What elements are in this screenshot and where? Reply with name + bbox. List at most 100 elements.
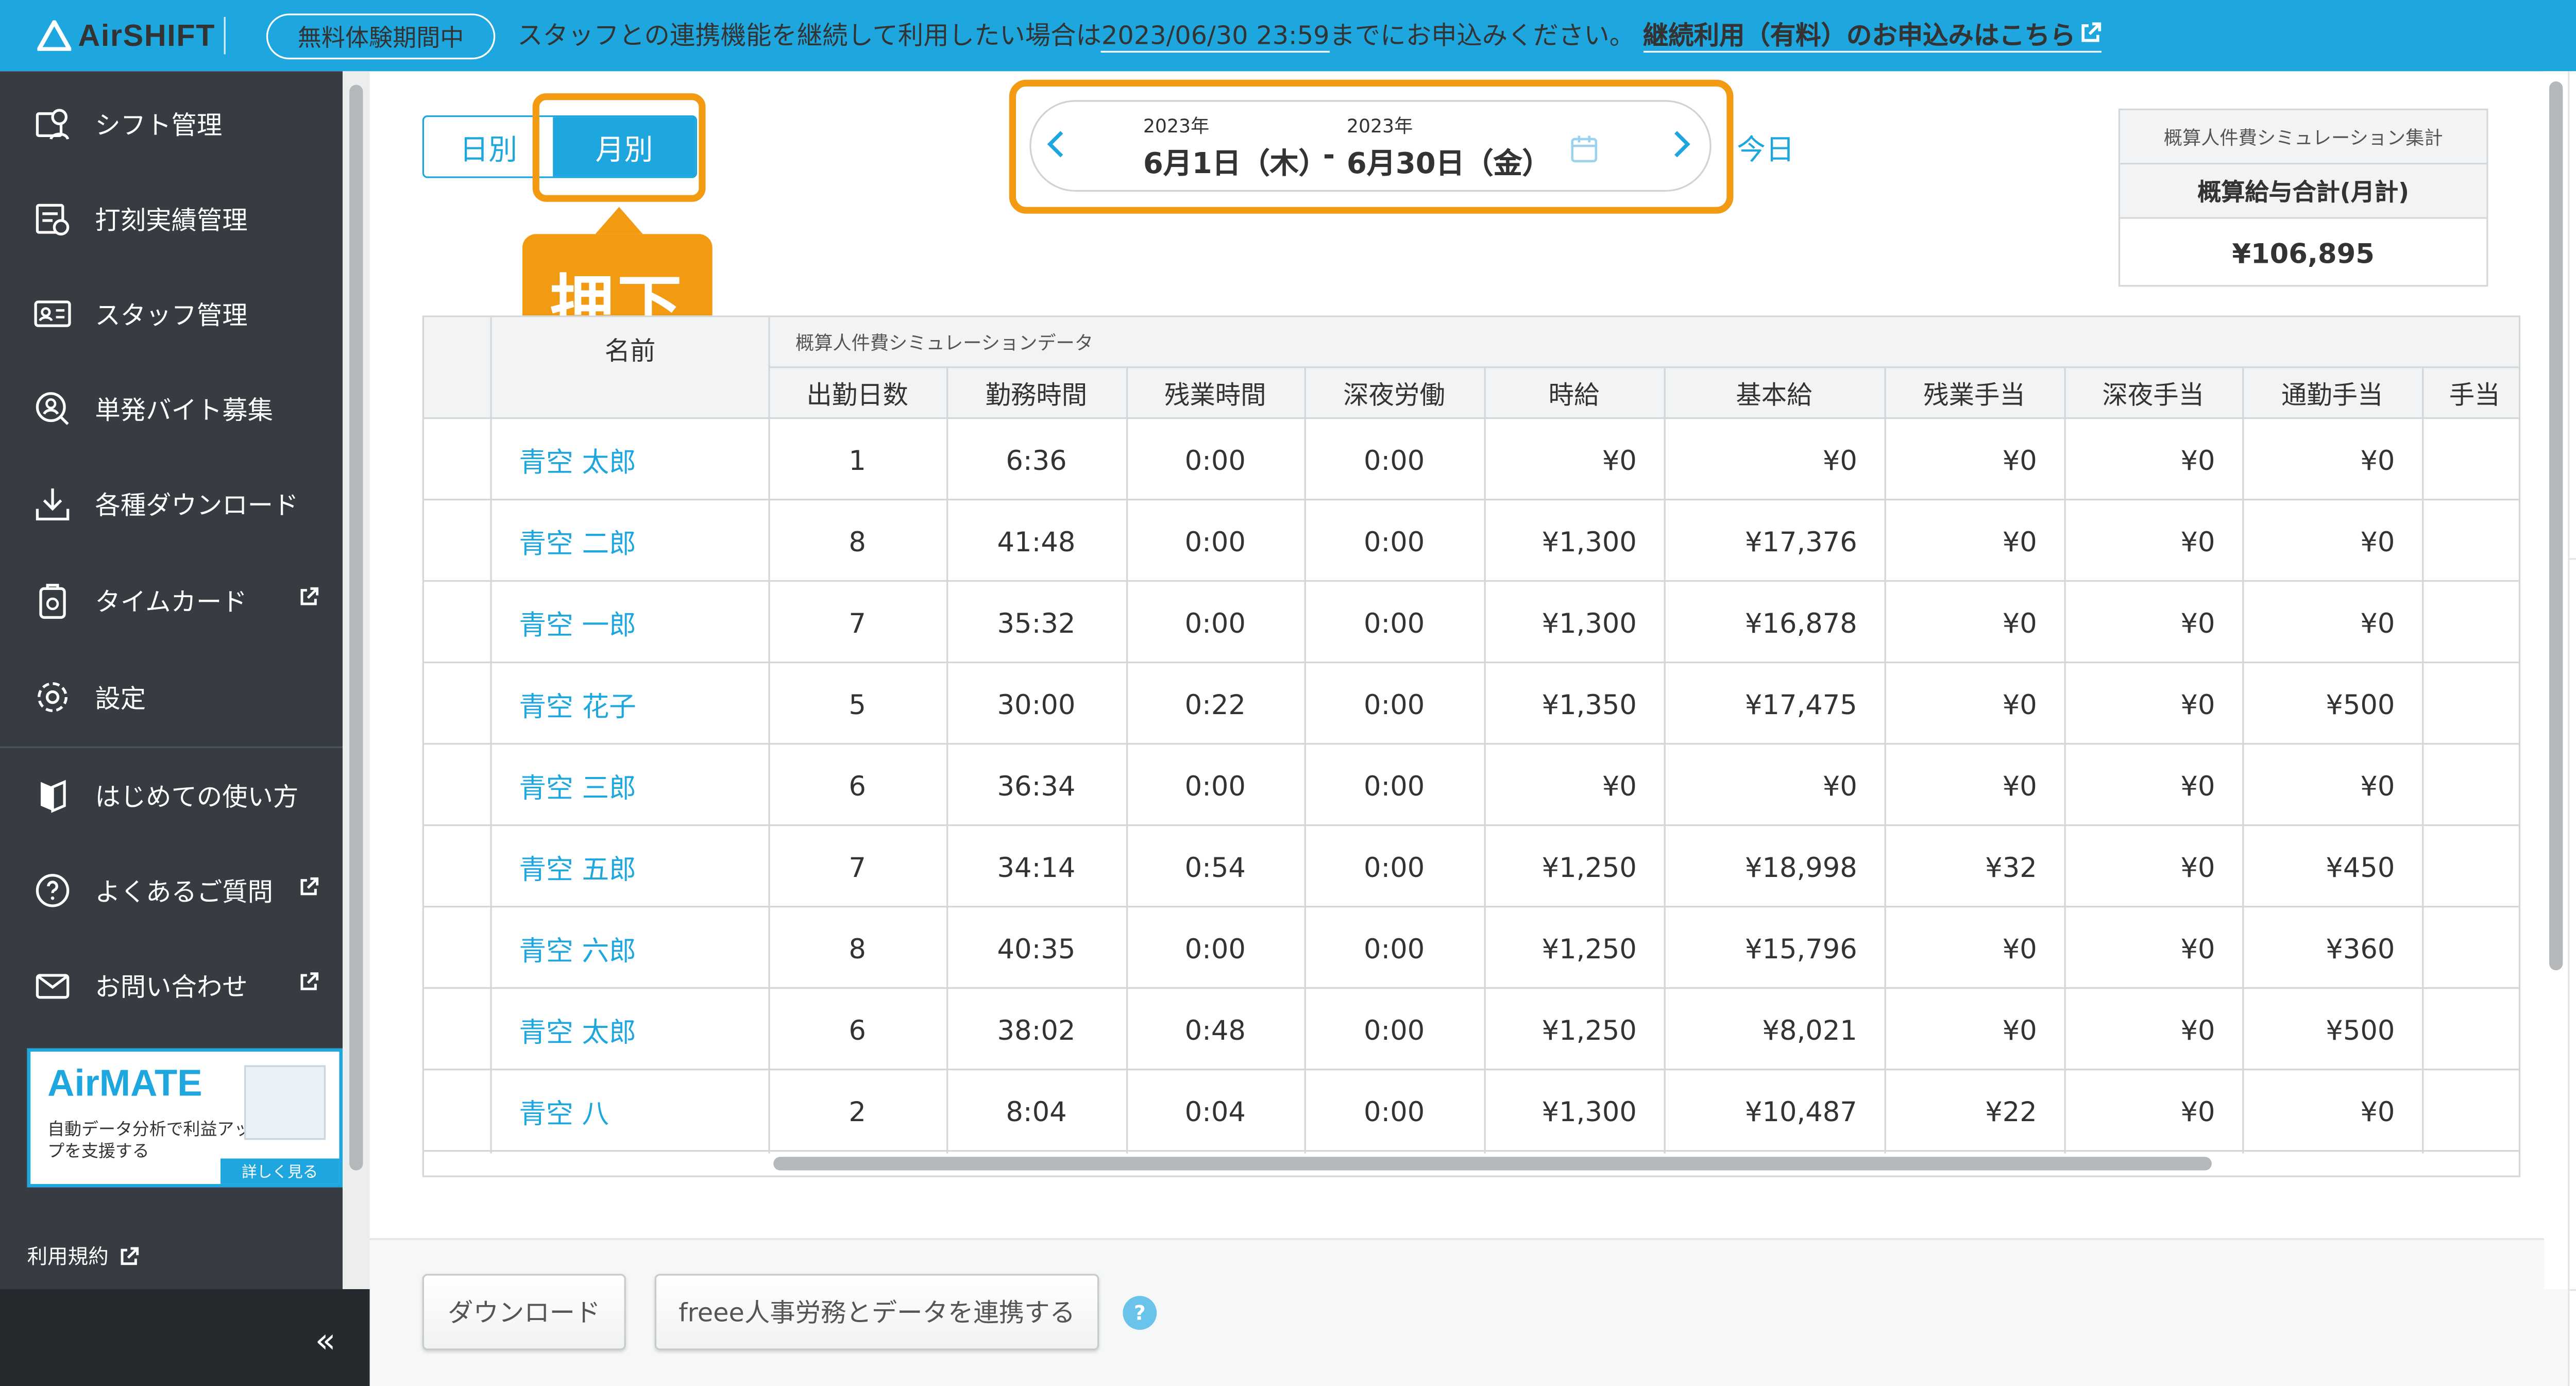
table-cell: 0:00 — [1184, 443, 1246, 476]
table-cell: 0:00 — [1184, 525, 1246, 557]
table-cell: 8 — [849, 525, 866, 557]
sidebar-item-staff[interactable]: スタッフ管理 — [0, 266, 343, 361]
table-cell: ¥1,300 — [1541, 606, 1637, 639]
sidebar-label: 単発バイト募集 — [95, 394, 274, 425]
promo-screenshot — [244, 1065, 326, 1140]
app-logo[interactable]: AirSHIFT — [37, 17, 215, 54]
promo-description: 自動データ分析で利益アップを支援する — [47, 1121, 251, 1162]
staff-name-link[interactable]: 青空 六郎 — [492, 907, 769, 989]
staff-name-link[interactable]: 青空 太郎 — [492, 989, 769, 1070]
sidebar-collapse-button[interactable]: « — [0, 1289, 370, 1386]
column-divider — [2422, 368, 2424, 1154]
notice-prefix: スタッフとの連携機能を継続して利用したい場合は — [517, 20, 1101, 51]
name-column-header: 名前 — [604, 335, 656, 367]
trial-badge: 無料体験期間中 — [266, 13, 496, 60]
table-cell: 0:00 — [1363, 850, 1425, 883]
column-header: 深夜手当 — [2102, 379, 2205, 410]
calendar-person-icon — [30, 102, 75, 146]
table-cell: ¥0 — [2180, 606, 2215, 639]
terms-link[interactable]: 利用規約 — [27, 1242, 139, 1271]
notice-deadline: 2023/06/30 23:59 — [1101, 20, 1330, 53]
toolbar-divider — [2569, 558, 2576, 560]
sidebar-item-settings[interactable]: 設定 — [0, 650, 343, 745]
staff-name-link[interactable]: 青空 五郎 — [492, 826, 769, 907]
cost-simulation-table: 名前 概算人件費シミュレーションデータ 出勤日数 勤務時間 残業時間 深夜労働 時給 基本給 残… — [422, 315, 2521, 1177]
sidebar-label: お問い合わせ — [95, 971, 248, 1002]
column-header: 時給 — [1548, 379, 1600, 410]
table-cell: ¥0 — [2180, 687, 2215, 720]
staff-name-link[interactable]: 青空 八 — [492, 1070, 769, 1152]
sidebar-scrollbar[interactable] — [343, 71, 370, 1289]
table-cell: 0:00 — [1363, 1095, 1425, 1127]
sidebar-label: 設定 — [95, 683, 146, 714]
right-panel-collapse-button[interactable]: « — [2569, 1289, 2576, 1386]
right-toolbar: 青 青 青 « — [2568, 71, 2576, 1386]
sidebar-item-downloads[interactable]: 各種ダウンロード — [0, 457, 343, 551]
group-header: 概算人件費シミュレーションデータ — [795, 332, 1093, 355]
table-cell: 8:04 — [1006, 1095, 1067, 1127]
table-cell: ¥1,250 — [1541, 1013, 1637, 1046]
freee-integration-button[interactable]: freee人事労務とデータを連携する — [654, 1274, 1099, 1350]
sidebar-label: スタッフ管理 — [95, 299, 248, 330]
search-person-icon — [30, 387, 75, 431]
external-link-icon — [300, 877, 319, 895]
airmate-promo-banner[interactable]: AirMATE 自動データ分析で利益アップを支援する 詳しく見る — [27, 1048, 343, 1188]
staff-name-link[interactable]: 青空 三郎 — [492, 745, 769, 826]
scrollbar-thumb[interactable] — [2549, 81, 2563, 971]
sidebar-label: 打刻実績管理 — [95, 204, 248, 235]
table-cell: ¥0 — [1602, 769, 1637, 802]
download-button[interactable]: ダウンロード — [422, 1274, 626, 1350]
continue-subscription-link[interactable]: 継続利用（有料）のお申込みはこちら — [1642, 20, 2101, 53]
table-cell: 2 — [849, 1095, 866, 1127]
table-cell: 0:00 — [1184, 606, 1246, 639]
mail-icon — [30, 964, 75, 1008]
column-header: 通勤手当 — [2281, 379, 2383, 410]
staff-name-link[interactable]: 青空 花子 — [492, 663, 769, 745]
sidebar-item-one-off-jobs[interactable]: 単発バイト募集 — [0, 361, 343, 456]
double-chevron-left-icon: « — [315, 1320, 336, 1361]
sidebar-item-faq[interactable]: よくあるご質問 — [0, 843, 343, 938]
sidebar-item-contact[interactable]: お問い合わせ — [0, 938, 343, 1033]
table-cell: ¥18,998 — [1745, 850, 1857, 883]
table-cell: 7 — [849, 850, 866, 883]
table-cell: ¥1,300 — [1541, 1095, 1637, 1127]
table-cell: 0:22 — [1184, 687, 1246, 720]
staff-name-link[interactable]: 青空 二郎 — [492, 500, 769, 582]
table-cell: ¥8,021 — [1762, 1013, 1857, 1046]
sidebar-label: シフト管理 — [95, 109, 223, 140]
logo-divider — [224, 16, 226, 55]
sidebar-label: 各種ダウンロード — [95, 489, 299, 520]
table-cell: 0:54 — [1184, 850, 1246, 883]
table-cell: ¥0 — [2002, 1013, 2037, 1046]
table-cell: 0:00 — [1363, 932, 1425, 965]
main-scrollbar[interactable] — [2544, 71, 2568, 1289]
highlight-frame-date-range — [1009, 79, 1734, 214]
table-cell: ¥0 — [1822, 769, 1857, 802]
table-cell: ¥0 — [2360, 443, 2395, 476]
continue-link-text: 継続利用（有料）のお申込みはこちら — [1642, 20, 2076, 51]
staff-name-link[interactable]: 青空 一郎 — [492, 582, 769, 663]
column-header: 手当 — [2449, 379, 2500, 410]
table-horizontal-scrollbar[interactable] — [773, 1157, 2212, 1171]
table-cell: ¥0 — [2002, 443, 2037, 476]
table-cell: 0:00 — [1363, 443, 1425, 476]
table-cell: ¥0 — [2002, 769, 2037, 802]
table-cell: 5 — [849, 687, 866, 720]
help-icon[interactable]: ? — [1123, 1296, 1157, 1330]
table-cell: ¥1,350 — [1541, 687, 1637, 720]
sidebar-item-shift[interactable]: シフト管理 — [0, 76, 343, 171]
table-cell: ¥0 — [2180, 1013, 2215, 1046]
table-cell: 6:36 — [1006, 443, 1067, 476]
sidebar-item-timecard-records[interactable]: 打刻実績管理 — [0, 172, 343, 266]
staff-name-link[interactable]: 青空 太郎 — [492, 419, 769, 500]
sidebar-item-timecard[interactable]: タイムカード — [0, 553, 343, 648]
timecard-icon — [30, 579, 75, 623]
today-button[interactable]: 今日 — [1737, 126, 1794, 168]
table-cell: ¥0 — [1602, 443, 1637, 476]
table-cell: ¥1,300 — [1541, 525, 1637, 557]
table-cell: 35:32 — [997, 606, 1076, 639]
sidebar-item-getting-started[interactable]: はじめての使い方 — [0, 748, 343, 843]
scrollbar-thumb[interactable] — [349, 84, 363, 1171]
logo-text: AirSHIFT — [78, 18, 216, 52]
promo-more-link[interactable]: 詳しく見る — [220, 1158, 340, 1184]
